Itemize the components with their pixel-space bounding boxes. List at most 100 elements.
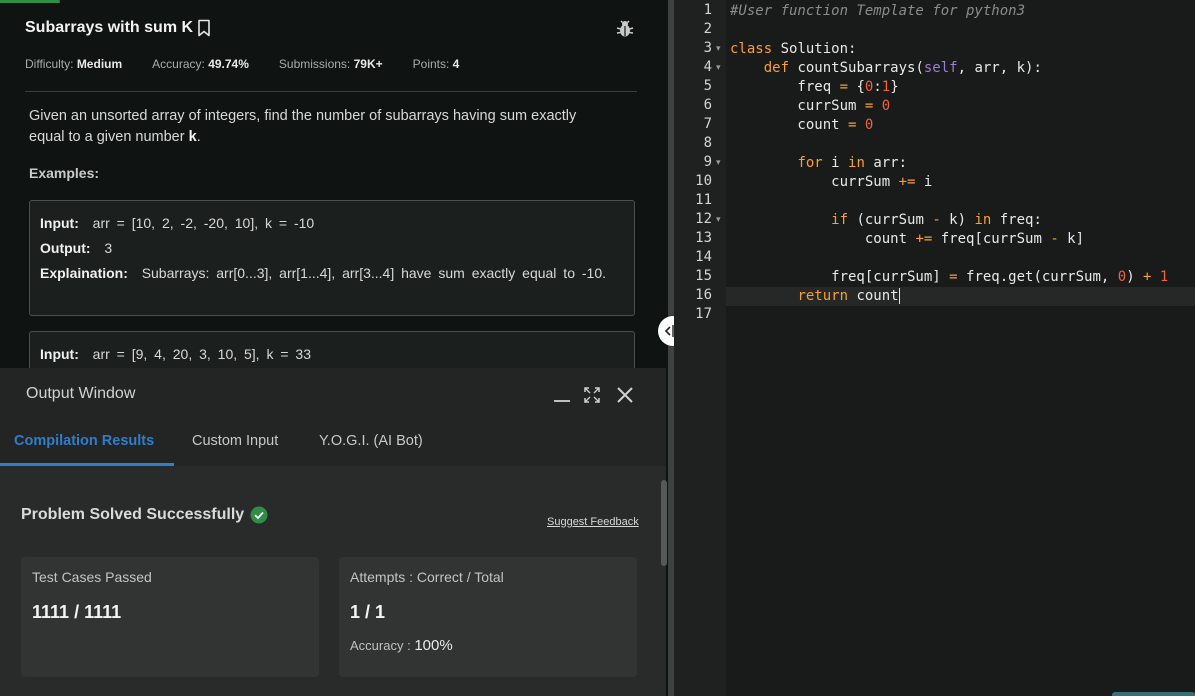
bookmark-icon[interactable] — [197, 19, 211, 37]
divider — [25, 91, 637, 92]
output-label: Output: — [40, 240, 91, 256]
line-number: 17 — [695, 306, 712, 322]
test-cases-card: Test Cases Passed 1111 / 1111 — [21, 557, 319, 677]
code-line[interactable]: freq[currSum] = freq.get(currSum, 0) + 1 — [730, 268, 1168, 287]
output-value: 3 — [104, 240, 113, 256]
output-window-title: Output Window — [26, 385, 136, 402]
code-editor[interactable]: 1 2 3 ▾ 4 ▾ 5 6 7 8 9 ▾ 10 11 12 ▾ 13 14 15 16 17 #User func… — [674, 0, 1195, 696]
fold-toggle-icon[interactable]: ▾ — [716, 44, 721, 54]
example-input: Input: arr = [9, 4, 20, 3, 10, 5], k = 3… — [40, 342, 624, 367]
line-number: 10 — [695, 173, 712, 189]
code-line[interactable]: #User function Template for python3 — [730, 2, 1025, 21]
accuracy-stat: Accuracy : 100% — [350, 637, 626, 654]
check-circle-icon — [250, 506, 268, 524]
line-number: 4 — [703, 59, 712, 75]
output-window: Output Window Compilation Results Custom… — [0, 368, 666, 696]
example-explanation: Explaination: Subarrays: arr[0...3], arr… — [40, 261, 624, 286]
minimize-icon[interactable] — [551, 384, 573, 406]
problem-title: Subarrays with sum K — [25, 19, 194, 36]
problem-meta: Difficulty: Medium Accuracy: 49.74% Subm… — [25, 57, 489, 71]
code-line[interactable]: currSum = 0 — [730, 97, 890, 116]
meta-value: 4 — [452, 57, 460, 71]
fold-toggle-icon[interactable]: ▾ — [716, 63, 721, 73]
output-tabs: Compilation Results Custom Input Y.O.G.I… — [0, 420, 666, 466]
line-number: 13 — [695, 230, 712, 246]
input-label: Input: — [40, 215, 79, 231]
meta-value: 49.74% — [208, 57, 249, 71]
line-number: 9 — [703, 154, 712, 170]
submissions-meta: Submissions: 79K+ — [279, 57, 383, 71]
code-line[interactable]: currSum += i — [730, 173, 932, 192]
stat-label: Attempts : Correct / Total — [350, 569, 504, 585]
scrollbar[interactable] — [661, 480, 667, 566]
line-number: 1 — [703, 2, 712, 18]
attempts-card: Attempts : Correct / Total 1 / 1 Accurac… — [339, 557, 637, 677]
close-icon[interactable] — [614, 384, 636, 406]
problem-description: Given an unsorted array of integers, fin… — [29, 106, 609, 148]
explanation-label: Explaination: — [40, 265, 128, 281]
accuracy-meta: Accuracy: 49.74% — [152, 57, 249, 71]
meta-value: Medium — [76, 57, 123, 71]
fold-toggle-icon[interactable]: ▾ — [716, 215, 721, 225]
description-text: Given an unsorted array of integers, fin… — [29, 108, 577, 145]
points-meta: Points: 4 — [413, 57, 460, 71]
code-line[interactable]: freq = {0:1} — [730, 78, 898, 97]
line-number: 12 — [695, 211, 712, 227]
line-number: 5 — [703, 78, 712, 94]
status-text: Problem Solved Successfully — [21, 506, 245, 523]
line-number: 8 — [703, 135, 712, 151]
code-line[interactable]: for i in arr: — [730, 154, 907, 173]
line-number: 6 — [703, 97, 712, 113]
active-tab-indicator — [0, 463, 174, 466]
examples-heading: Examples: — [29, 165, 100, 181]
stat-label: Test Cases Passed — [32, 569, 152, 585]
tab-yogi-ai-bot[interactable]: Y.O.G.I. (AI Bot) — [319, 433, 423, 449]
stat-value: 1111 / 1111 — [32, 602, 122, 622]
example-output: Output: 3 — [40, 236, 624, 261]
stat-value: 1 / 1 — [350, 602, 386, 622]
tab-custom-input[interactable]: Custom Input — [192, 433, 278, 449]
code-line[interactable]: class Solution: — [730, 40, 856, 59]
text-cursor — [898, 288, 900, 304]
tab-compilation-results[interactable]: Compilation Results — [14, 433, 154, 449]
expand-icon[interactable] — [581, 384, 603, 406]
line-number: 11 — [695, 192, 712, 208]
progress-accent — [0, 0, 60, 3]
code-line[interactable]: if (currSum - k) in freq: — [730, 211, 1042, 230]
result-status: Problem Solved Successfully — [21, 506, 268, 524]
line-number: 2 — [703, 21, 712, 37]
problem-title-row: Subarrays with sum K — [25, 19, 211, 37]
example-input: Input: arr = [10, 2, -2, -20, 10], k = -… — [40, 211, 624, 236]
line-number: 16 — [695, 287, 712, 303]
meta-label: Difficulty: — [25, 57, 74, 71]
explanation-value: Subarrays: arr[0...3], arr[1...4], arr[3… — [141, 265, 606, 281]
code-line[interactable]: return count — [730, 287, 900, 306]
meta-label: Points: — [412, 57, 450, 71]
line-number-gutter: 1 2 3 ▾ 4 ▾ 5 6 7 8 9 ▾ 10 11 12 ▾ 13 14 15 16 17 — [674, 0, 726, 696]
fold-toggle-icon[interactable]: ▾ — [716, 158, 721, 168]
accuracy-value: 100% — [414, 637, 453, 654]
meta-label: Submissions: — [278, 57, 351, 71]
input-value: arr = [10, 2, -2, -20, 10], k = -10 — [92, 215, 315, 231]
accuracy-label: Accuracy : — [350, 638, 411, 653]
output-window-header: Output Window — [0, 368, 666, 420]
difficulty-meta: Difficulty: Medium — [25, 57, 122, 71]
line-number: 3 — [703, 40, 712, 56]
code-line[interactable]: count += freq[currSum - k] — [730, 230, 1084, 249]
description-k: k — [188, 129, 197, 145]
line-number: 7 — [703, 116, 712, 132]
meta-label: Accuracy: — [152, 57, 205, 71]
suggest-feedback-link[interactable]: Suggest Feedback — [547, 516, 639, 528]
line-number: 15 — [695, 268, 712, 284]
code-line[interactable]: def countSubarrays(self, arr, k): — [730, 59, 1042, 78]
input-label: Input: — [40, 346, 79, 362]
report-bug-icon[interactable] — [615, 19, 635, 39]
bottom-action-button[interactable] — [1112, 692, 1195, 696]
example-box: Input: arr = [10, 2, -2, -20, 10], k = -… — [29, 200, 635, 316]
meta-value: 79K+ — [353, 57, 383, 71]
problem-panel: Subarrays with sum K Difficulty: Medium … — [0, 0, 668, 696]
input-value: arr = [9, 4, 20, 3, 10, 5], k = 33 — [92, 346, 311, 362]
code-line[interactable]: count = 0 — [730, 116, 873, 135]
description-end: . — [196, 129, 201, 145]
line-number: 14 — [695, 249, 712, 265]
